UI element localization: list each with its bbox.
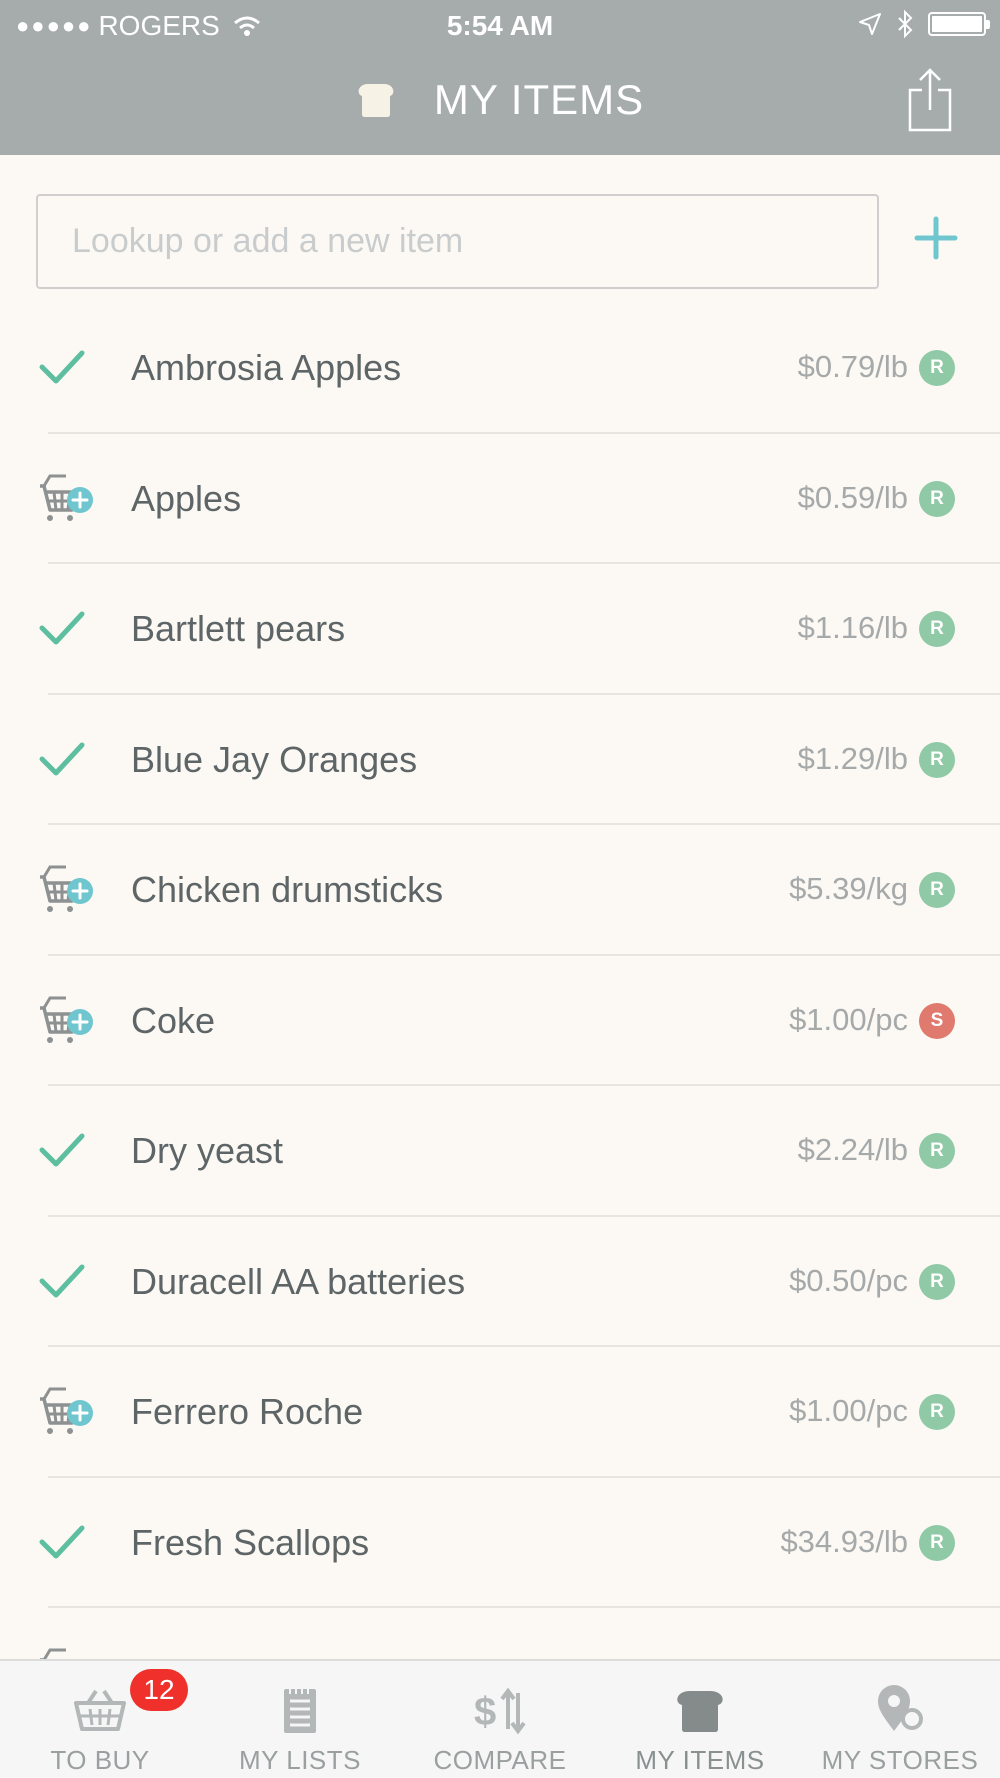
checkmark-icon[interactable] [34,1514,96,1570]
bread-icon [672,1685,728,1737]
item-name: Blue Jay Oranges [131,738,418,780]
item-name: Ambrosia Apples [131,347,402,388]
price-type-badge: R [919,1524,955,1561]
list-item[interactable]: Coke $1.00/pc S [0,956,1000,1086]
search-box [36,194,879,289]
location-arrow-icon [859,13,881,35]
checkmark-icon[interactable] [34,1253,96,1309]
price-type-badge: R [919,872,955,908]
item-name: Fresh Scallops [131,1521,370,1563]
price-type-badge: R [919,741,955,778]
bluetooth-icon [898,10,913,38]
price-type-badge: R [919,611,955,647]
list-item[interactable]: Duracell AA batteries $0.50/pc R [0,1217,1000,1347]
tab-my-items[interactable]: MY ITEMS [600,1661,800,1778]
item-price: $0.59/lb [797,479,908,515]
list-item[interactable]: Apples $0.59/lb R [0,434,1000,564]
list-item[interactable]: Bartlett pears $1.16/lb R [0,564,1000,695]
price-type-badge: R [919,1394,955,1430]
tab-my-lists[interactable]: MY LISTS [200,1661,400,1778]
list-icon [272,1685,328,1737]
compare-icon: $ [472,1685,528,1737]
svg-text:$: $ [474,1690,496,1734]
add-to-basket-icon[interactable] [34,1383,96,1439]
price-type-badge: R [919,350,955,386]
item-price: $1.00/pc [789,1001,908,1037]
tab-label: MY STORES [821,1745,979,1775]
price-type-badge: R [919,480,955,517]
list-item[interactable]: Dry yeast $2.24/lb R [0,1086,1000,1217]
count-badge: 12 [130,1669,188,1711]
status-time: 5:54 AM [446,10,554,41]
store-pin-icon [872,1685,928,1737]
item-price: $0.50/pc [789,1262,908,1298]
item-name: Duracell AA batteries [131,1260,466,1302]
list-item[interactable]: Fresh Scallops $34.93/lb R [0,1478,1000,1608]
share-icon[interactable] [906,66,954,134]
price-type-badge: S [919,1002,955,1039]
tab-label: TO BUY [50,1745,150,1775]
status-bar: ●●●●● ROGERS 5:54 AM [0,0,1000,52]
item-name: Bartlett pears [131,608,346,649]
tab-label: COMPARE [433,1745,567,1775]
header: MY ITEMS [0,70,1000,130]
item-price: $1.16/lb [797,610,908,645]
item-price: $1.00/pc [789,1393,908,1428]
top-bar: ●●●●● ROGERS 5:54 AM MY ITEMS [0,0,1000,155]
item-name: Coke [131,999,216,1041]
items-list: Ambrosia Apples $0.79/lb R Apples $0.59/lb R… [0,303,1000,1739]
tab-label: MY LISTS [238,1745,361,1775]
checkmark-icon[interactable] [34,339,96,395]
add-to-basket-icon[interactable] [34,992,96,1048]
basket-icon [72,1685,128,1737]
checkmark-icon[interactable] [34,731,96,787]
add-to-basket-icon[interactable] [34,470,96,526]
plus-icon[interactable] [913,215,959,261]
status-right [858,10,990,38]
item-name: Apples [131,477,242,519]
item-price: $5.39/kg [789,871,908,906]
battery-icon [928,12,990,36]
bread-icon [358,84,394,117]
item-price: $34.93/lb [780,1523,908,1559]
list-item[interactable]: Ferrero Roche $1.00/pc R [0,1347,1000,1478]
add-to-basket-icon[interactable] [34,861,96,917]
item-price: $0.79/lb [797,349,908,384]
price-type-badge: R [919,1263,955,1300]
list-item[interactable]: Ambrosia Apples $0.79/lb R [0,303,1000,434]
item-name: Ferrero Roche [131,1391,364,1432]
tab-compare[interactable]: $ COMPARE [400,1661,600,1778]
checkmark-icon[interactable] [34,1122,96,1178]
tab-label: MY ITEMS [635,1745,765,1775]
list-item[interactable]: Blue Jay Oranges $1.29/lb R [0,695,1000,825]
item-price: $1.29/lb [797,740,908,776]
item-name: Chicken drumsticks [131,869,444,910]
item-name: Dry yeast [131,1130,284,1171]
price-type-badge: R [919,1133,955,1169]
tab-my-stores[interactable]: MY STORES [800,1661,1000,1778]
item-price: $2.24/lb [797,1132,908,1167]
page-title: MY ITEMS [433,76,645,123]
tab-to-buy[interactable]: TO BUY 12 [0,1661,200,1778]
item-search-input[interactable] [38,196,877,287]
checkmark-icon[interactable] [34,600,96,656]
list-item[interactable]: Chicken drumsticks $5.39/kg R [0,825,1000,956]
tab-bar: TO BUY 12 MY LISTS $ COMPARE MY ITEMS MY STORE… [0,1659,1000,1778]
